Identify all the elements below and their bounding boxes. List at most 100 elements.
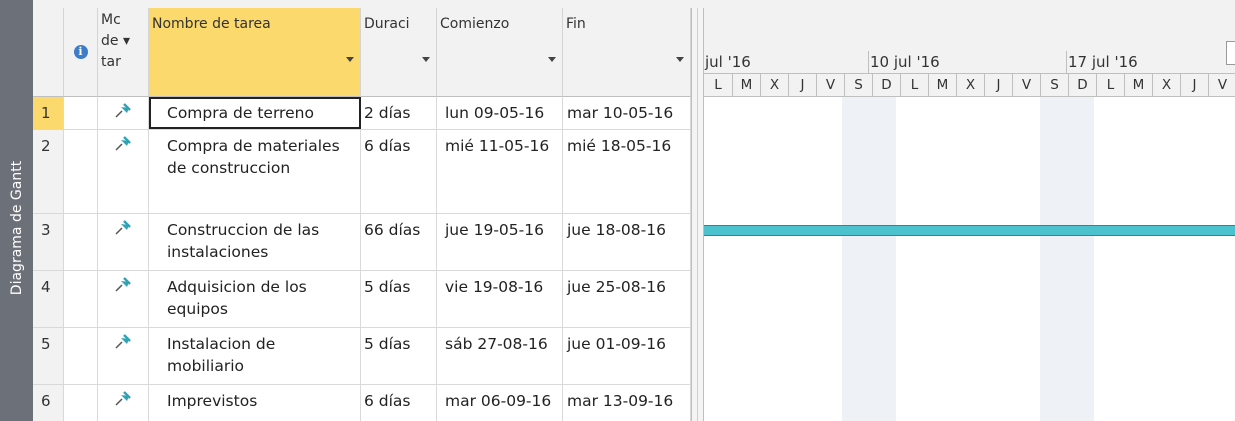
start-cell[interactable]: jue 19-05-16: [437, 214, 563, 270]
timescale-week: jul '16: [705, 53, 751, 71]
weekend-shade: [1040, 97, 1094, 421]
weekend-shade: [842, 97, 896, 421]
table-row[interactable]: 3 Construccion de las instalaciones 66 d…: [33, 214, 691, 271]
task-name-cell[interactable]: Compra de terreno: [149, 97, 361, 129]
timescale-day: L: [1096, 74, 1124, 96]
pin-icon: [115, 277, 131, 292]
task-name-header-label: Nombre de tarea: [152, 16, 271, 32]
start-cell[interactable]: vie 19-08-16: [437, 271, 563, 327]
task-mode-cell[interactable]: [98, 328, 149, 384]
timescale-day: V: [1012, 74, 1040, 96]
timescale-day: S: [1040, 74, 1068, 96]
duration-cell[interactable]: 6 días: [361, 130, 437, 213]
finish-header[interactable]: Fin: [563, 8, 691, 97]
timescale-week: 17 jul '16: [1066, 51, 1235, 73]
timescale-day: M: [732, 74, 760, 96]
task-mode-cell[interactable]: [98, 385, 149, 421]
duration-cell[interactable]: 2 días: [361, 97, 437, 129]
timescale-day: M: [1124, 74, 1152, 96]
indicator-cell: [64, 385, 98, 421]
indicators-header[interactable]: i: [64, 8, 98, 97]
row-number[interactable]: 3: [33, 214, 64, 270]
duration-cell[interactable]: 5 días: [361, 271, 437, 327]
indicator-cell: [64, 214, 98, 270]
timescale-day: J: [1180, 74, 1208, 96]
gantt-timeline[interactable]: jul '16 10 jul '16 17 jul '16 LMXJVSDLMX…: [704, 8, 1235, 421]
row-number[interactable]: 1: [33, 97, 64, 129]
finish-cell[interactable]: mié 18-05-16: [563, 130, 691, 213]
task-mode-cell[interactable]: [98, 214, 149, 270]
row-number-header[interactable]: [33, 8, 64, 97]
task-name-cell[interactable]: Construccion de las instalaciones: [149, 214, 361, 270]
indicator-cell: [64, 271, 98, 327]
finish-cell[interactable]: jue 01-09-16: [563, 328, 691, 384]
timescale-day: D: [872, 74, 900, 96]
task-grid: i Mc de ▾ tar Nombre de tarea Duraci Com…: [33, 8, 691, 421]
task-name-cell[interactable]: Imprevistos: [149, 385, 361, 421]
pane-splitter[interactable]: [691, 8, 704, 421]
view-sidebar[interactable]: Diagrama de Gantt: [0, 0, 33, 421]
duration-cell[interactable]: 66 días: [361, 214, 437, 270]
table-row[interactable]: 5 Instalacion de mobiliario 5 días sáb 2…: [33, 328, 691, 385]
duration-cell[interactable]: 5 días: [361, 328, 437, 384]
info-icon: i: [73, 45, 88, 59]
timescale-week: 10 jul '16: [868, 51, 1066, 73]
finish-cell[interactable]: jue 25-08-16: [563, 271, 691, 327]
timescale-day: L: [900, 74, 928, 96]
table-row[interactable]: 4 Adquisicion de los equipos 5 días vie …: [33, 271, 691, 328]
task-mode-header-line: Mc: [101, 12, 121, 28]
finish-header-label: Fin: [566, 16, 586, 32]
duration-cell[interactable]: 6 días: [361, 385, 437, 421]
timescale-day: L: [714, 77, 722, 93]
task-name-cell[interactable]: Compra de materiales de construccion: [149, 130, 361, 213]
timescale-day: V: [816, 74, 844, 96]
timescale-day: S: [844, 74, 872, 96]
row-number[interactable]: 6: [33, 385, 64, 421]
view-label: Diagrama de Gantt: [8, 160, 25, 296]
scroll-indicator[interactable]: [1226, 41, 1235, 65]
start-header[interactable]: Comienzo: [437, 8, 563, 97]
task-name-cell[interactable]: Instalacion de mobiliario: [149, 328, 361, 384]
task-name-cell[interactable]: Adquisicion de los equipos: [149, 271, 361, 327]
task-name-header[interactable]: Nombre de tarea: [149, 8, 361, 97]
timescale-day: V: [1208, 74, 1235, 96]
pin-icon: [115, 136, 131, 151]
row-number[interactable]: 4: [33, 271, 64, 327]
pin-icon: [115, 334, 131, 349]
gantt-bar-construccion[interactable]: [704, 225, 1235, 236]
timescale-day: X: [760, 74, 788, 96]
timescale-header[interactable]: jul '16 10 jul '16 17 jul '16 LMXJVSDLMX…: [704, 8, 1235, 97]
table-row[interactable]: 1 Compra de terreno 2 días lun 09-05-16 …: [33, 97, 691, 130]
timescale-day: J: [984, 74, 1012, 96]
table-row[interactable]: 6 Imprevistos 6 días mar 06-09-16 mar 13…: [33, 385, 691, 421]
finish-cell[interactable]: jue 18-08-16: [563, 214, 691, 270]
task-mode-cell[interactable]: [98, 271, 149, 327]
start-cell[interactable]: lun 09-05-16: [437, 97, 563, 129]
row-number[interactable]: 2: [33, 130, 64, 213]
chevron-down-icon[interactable]: [346, 57, 354, 62]
task-mode-header-line: de ▾: [101, 33, 130, 49]
start-header-label: Comienzo: [440, 16, 510, 32]
finish-cell[interactable]: mar 10-05-16: [563, 97, 691, 129]
task-mode-cell[interactable]: [98, 97, 149, 129]
finish-cell[interactable]: mar 13-09-16: [563, 385, 691, 421]
row-number[interactable]: 5: [33, 328, 64, 384]
indicator-cell: [64, 97, 98, 129]
indicator-cell: [64, 130, 98, 213]
indicator-cell: [64, 328, 98, 384]
chevron-down-icon[interactable]: [422, 57, 430, 62]
chevron-down-icon[interactable]: [548, 57, 556, 62]
pin-icon: [115, 391, 131, 406]
duration-header[interactable]: Duraci: [361, 8, 437, 97]
chevron-down-icon[interactable]: [676, 57, 684, 62]
task-mode-header-line: tar: [101, 54, 121, 70]
pin-icon: [115, 103, 131, 118]
timescale-day: X: [1152, 74, 1180, 96]
timescale-day: J: [788, 74, 816, 96]
table-row[interactable]: 2 Compra de materiales de construccion 6…: [33, 130, 691, 214]
task-mode-cell[interactable]: [98, 130, 149, 213]
task-mode-header[interactable]: Mc de ▾ tar: [98, 8, 149, 97]
start-cell[interactable]: mar 06-09-16: [437, 385, 563, 421]
start-cell[interactable]: mié 11-05-16: [437, 130, 563, 213]
start-cell[interactable]: sáb 27-08-16: [437, 328, 563, 384]
